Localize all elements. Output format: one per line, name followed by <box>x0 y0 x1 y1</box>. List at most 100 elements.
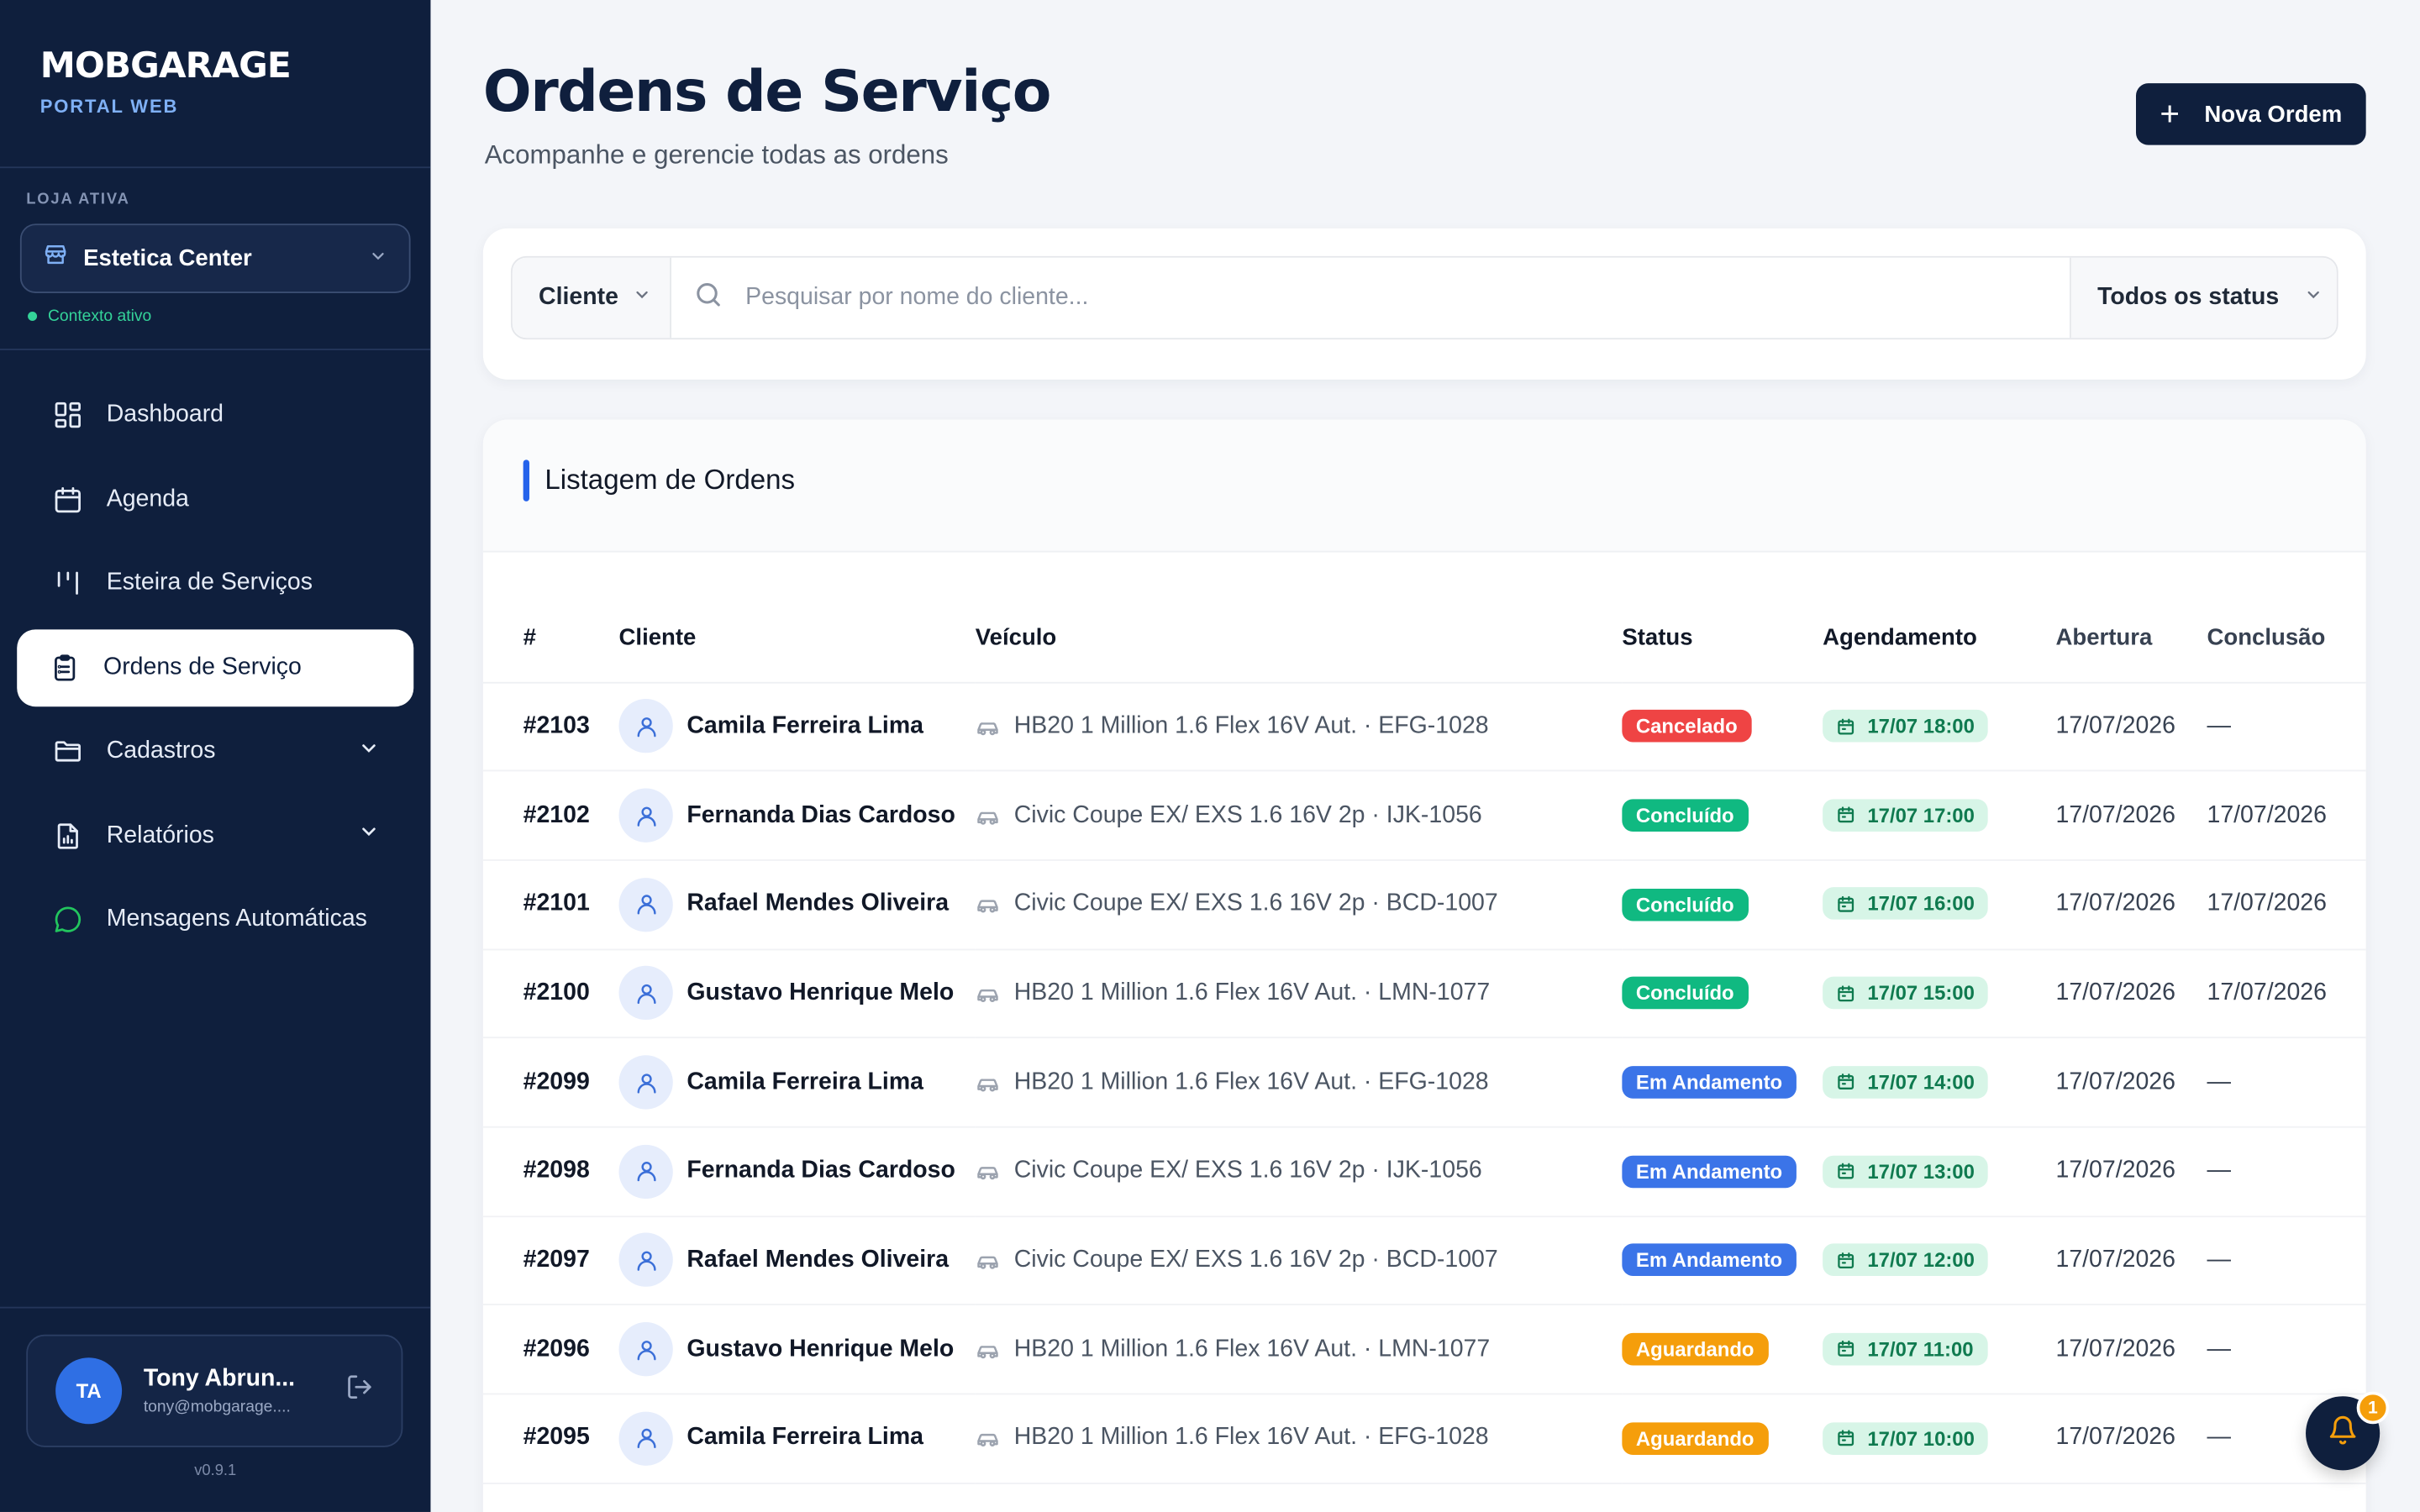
schedule-text: 17/07 18:00 <box>1867 714 1975 738</box>
table-row[interactable]: #2101 Rafael Mendes Oliveira Civic Coupe E… <box>482 859 2366 950</box>
order-id: #2095 <box>482 1394 619 1484</box>
notifications-button[interactable]: 1 <box>2306 1391 2390 1471</box>
message-icon <box>51 902 85 936</box>
schedule-text: 17/07 13:00 <box>1867 1159 1975 1183</box>
user-icon <box>618 1233 673 1288</box>
logout-icon[interactable] <box>345 1373 373 1409</box>
sidebar-item-dashboard[interactable]: Dashboard <box>17 376 413 454</box>
client-name: Fernanda Dias Cardoso <box>687 1158 955 1184</box>
vehicle-cell: Civic Coupe EX/ EXS 1.6 16V 2p · IJK-105… <box>975 1126 1623 1217</box>
calendar-icon <box>1837 984 1868 1002</box>
status-badge: Em Andamento <box>1622 1155 1797 1188</box>
column-header: Abertura <box>2055 595 2207 683</box>
vehicle-text: HB20 1 Million 1.6 Flex 16V Aut. · LMN-1… <box>1013 979 1491 1006</box>
order-id: #2097 <box>482 1215 619 1306</box>
sidebar-item-mensagens[interactable]: Mensagens Automáticas <box>17 881 413 958</box>
schedule-text: 17/07 17:00 <box>1867 803 1975 827</box>
chevron-down-icon <box>632 284 650 312</box>
sidebar-item-relatorios[interactable]: Relatórios <box>17 797 413 874</box>
sidebar-item-label: Agenda <box>106 485 189 512</box>
vehicle-cell: HB20 1 Million 1.6 Flex 16V Aut. · LMN-1… <box>975 948 1623 1039</box>
column-header: Veículo <box>975 595 1623 683</box>
schedule-text: 17/07 10:00 <box>1867 1426 1975 1450</box>
chevron-down-icon <box>369 244 387 272</box>
client-name: Rafael Mendes Oliveira <box>687 1246 950 1273</box>
client-name: Camila Ferreira Lima <box>687 712 924 739</box>
vehicle-text: Civic Coupe EX/ EXS 1.6 16V 2p · IJK-105… <box>1013 1158 1482 1184</box>
table-row[interactable]: #2100 Gustavo Henrique Melo HB20 1 Million… <box>482 948 2366 1039</box>
divider <box>0 166 431 169</box>
closed-date: 17/07/2026 <box>2207 770 2366 861</box>
user-icon <box>618 1322 673 1377</box>
opened-date: 17/07/2026 <box>2055 1305 2207 1395</box>
client-name: Gustavo Henrique Melo <box>687 979 955 1006</box>
notification-count-badge: 1 <box>2356 1391 2390 1425</box>
sidebar-item-cadastros[interactable]: Cadastros <box>17 713 413 790</box>
schedule-cell: 17/07 13:00 <box>1823 1126 2056 1217</box>
client-cell: Fernanda Dias Cardoso <box>618 770 976 861</box>
table-row[interactable]: #2098 Fernanda Dias Cardoso Civic Coupe EX… <box>482 1126 2366 1217</box>
search-type-label: Cliente <box>539 283 618 311</box>
calendar-icon <box>51 482 85 516</box>
status-badge: Concluído <box>1622 888 1749 921</box>
context-label: Contexto ativo <box>47 307 152 326</box>
search-input[interactable] <box>745 283 1826 312</box>
opened-date: 17/07/2026 <box>2055 1215 2207 1306</box>
order-id: #2103 <box>482 681 619 772</box>
table-row[interactable]: #2097 Rafael Mendes Oliveira Civic Coupe E… <box>482 1215 2366 1306</box>
status-badge: Aguardando <box>1622 1333 1769 1366</box>
status-cell: Aguardando <box>1622 1305 1823 1395</box>
client-name: Camila Ferreira Lima <box>687 1068 924 1095</box>
schedule-text: 17/07 16:00 <box>1867 892 1975 916</box>
client-cell: Gustavo Henrique Melo <box>618 1305 976 1395</box>
vehicle-cell: HB20 1 Million 1.6 Flex 16V Aut. · EFG-1… <box>975 1394 1623 1484</box>
column-header: Conclusão <box>2207 595 2366 683</box>
user-card: TA Tony Abrun... tony@mobgarage.... <box>26 1334 403 1447</box>
opened-date: 17/07/2026 <box>2055 948 2207 1039</box>
status-badge: Concluído <box>1622 977 1749 1010</box>
column-header: Agendamento <box>1823 595 2056 683</box>
schedule-cell: 17/07 11:00 <box>1823 1305 2056 1395</box>
status-badge: Aguardando <box>1622 1422 1769 1455</box>
sidebar-item-ordens[interactable]: Ordens de Serviço <box>17 628 414 706</box>
order-id: #2102 <box>482 770 619 861</box>
client-name: Fernanda Dias Cardoso <box>687 801 955 828</box>
table-row[interactable]: #2095 Camila Ferreira Lima HB20 1 Million … <box>482 1394 2366 1484</box>
order-id: #2096 <box>482 1305 619 1395</box>
schedule-cell: 17/07 18:00 <box>1823 681 2056 772</box>
closed-date: — <box>2207 1305 2366 1395</box>
table-row[interactable]: #2103 Camila Ferreira Lima HB20 1 Million … <box>482 681 2366 772</box>
sidebar-item-esteira[interactable]: Esteira de Serviços <box>17 544 413 622</box>
car-icon <box>976 1426 1000 1451</box>
opened-date: 17/07/2026 <box>2055 1126 2207 1217</box>
sidebar-item-agenda[interactable]: Agenda <box>17 460 413 538</box>
status-cell: Em Andamento <box>1622 1037 1823 1128</box>
orders-list-card: Listagem de Ordens # Cliente Veículo Sta… <box>482 419 2366 1512</box>
avatar: TA <box>55 1357 123 1425</box>
car-icon <box>976 803 1000 827</box>
calendar-icon <box>1837 1429 1868 1447</box>
table-row[interactable]: #2102 Fernanda Dias Cardoso Civic Coupe EX… <box>482 770 2366 861</box>
car-icon <box>976 1337 1000 1362</box>
closed-date: — <box>2207 1215 2366 1306</box>
store-select[interactable]: Estetica Center <box>19 223 411 293</box>
closed-date: — <box>2207 1126 2366 1217</box>
car-icon <box>976 981 1000 1005</box>
user-icon <box>618 966 673 1021</box>
status-dot <box>28 312 38 322</box>
calendar-icon <box>1837 806 1868 824</box>
status-filter-select[interactable]: Todos os status <box>2070 257 2337 339</box>
closed-date: 17/07/2026 <box>2207 859 2366 950</box>
order-id: #2098 <box>482 1126 619 1217</box>
calendar-icon <box>1837 1340 1868 1358</box>
new-order-button[interactable]: + Nova Ordem <box>2135 83 2366 145</box>
schedule-cell: 17/07 12:00 <box>1823 1215 2056 1306</box>
calendar-icon <box>1837 1251 1868 1269</box>
orders-table: # Cliente Veículo Status Agendamento Abe… <box>482 595 2366 1484</box>
sidebar-item-label: Mensagens Automáticas <box>106 906 367 932</box>
table-row[interactable]: #2099 Camila Ferreira Lima HB20 1 Million … <box>482 1037 2366 1128</box>
vehicle-text: Civic Coupe EX/ EXS 1.6 16V 2p · BCD-100… <box>1013 890 1498 917</box>
vehicle-cell: HB20 1 Million 1.6 Flex 16V Aut. · EFG-1… <box>975 1037 1623 1128</box>
table-row[interactable]: #2096 Gustavo Henrique Melo HB20 1 Million… <box>482 1305 2366 1395</box>
search-type-select[interactable]: Cliente <box>512 257 671 339</box>
